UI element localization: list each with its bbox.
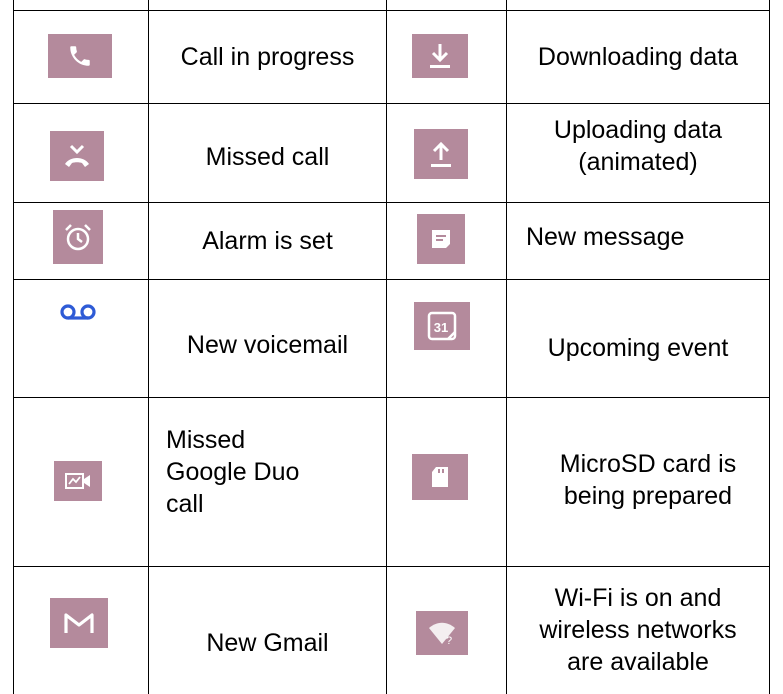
row-1-right-label: Downloading data [507, 10, 769, 103]
missed-duo-text-line-3: call [166, 490, 204, 518]
table-border-col2 [386, 0, 387, 694]
message-icon [417, 214, 465, 264]
missed-call-icon [50, 131, 104, 181]
new-gmail-text: New Gmail [206, 629, 329, 657]
status-icons-table: Call in progress Downloading data Missed… [0, 0, 783, 694]
alarm-clock-icon [53, 210, 103, 264]
missed-duo-text-line-1: Missed [166, 426, 246, 454]
new-voicemail-text: New voicemail [186, 331, 349, 359]
new-message-text: New message [526, 223, 685, 251]
row-6-left-label: New Gmail [149, 566, 386, 694]
svg-text:?: ? [446, 635, 452, 646]
row-3-left-label: Alarm is set [149, 202, 386, 279]
row-6-right-label: Wi-Fi is on and wireless networks are av… [507, 574, 769, 686]
alarm-is-set-text: Alarm is set [202, 226, 333, 255]
table-border-left [13, 0, 14, 694]
uploading-data-text-line-2: (animated) [578, 148, 698, 176]
row-2-right-label: Uploading data (animated) [507, 106, 769, 186]
row-4-right-label: Upcoming event [507, 279, 769, 397]
wifi-text-line-2: wireless networks [539, 616, 737, 644]
missed-call-text: Missed call [205, 142, 330, 171]
row-5-right-label: MicroSD card is being prepared [507, 444, 769, 516]
phone-icon [48, 34, 112, 78]
row-1-left-label: Call in progress [149, 10, 386, 103]
table-border-right [769, 0, 770, 694]
microsd-text-line-2: being prepared [563, 482, 733, 510]
microsd-text-line-1: MicroSD card is [559, 450, 737, 478]
row-divider [13, 566, 770, 567]
voicemail-icon [56, 300, 100, 324]
row-5-left-label: Missed Google Duo call [166, 420, 376, 524]
video-call-icon [54, 461, 102, 501]
missed-duo-text-line-2: Google Duo [166, 458, 300, 486]
row-divider [13, 103, 770, 104]
download-icon [412, 34, 468, 78]
wifi-question-icon: ? [416, 611, 468, 655]
row-2-left-label: Missed call [149, 103, 386, 202]
row-3-right-label: New message [526, 202, 769, 272]
downloading-data-text: Downloading data [537, 42, 739, 71]
upcoming-event-text: Upcoming event [547, 334, 729, 362]
wifi-text-line-3: are available [567, 648, 709, 676]
uploading-data-text-line-1: Uploading data [553, 116, 723, 144]
calendar-day-text: 31 [434, 320, 448, 335]
calendar-icon: 31 [414, 302, 470, 350]
wifi-text-line-1: Wi-Fi is on and [554, 584, 722, 612]
row-4-left-label: New voicemail [149, 279, 386, 397]
call-in-progress-text: Call in progress [180, 42, 355, 71]
sd-card-icon [412, 454, 468, 500]
row-divider [13, 397, 770, 398]
gmail-icon [50, 598, 108, 648]
upload-icon [414, 129, 468, 179]
